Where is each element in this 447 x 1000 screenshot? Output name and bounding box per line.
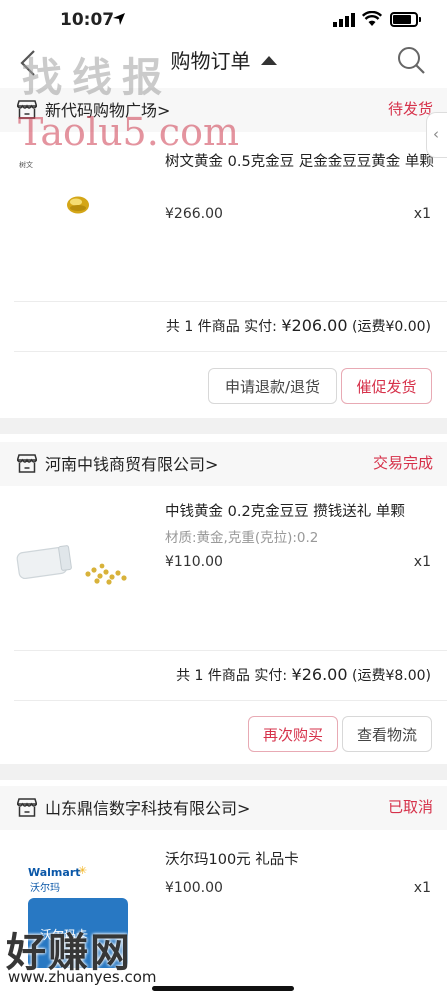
spark-icon: ✳	[78, 864, 88, 877]
product-quantity: x1	[413, 206, 431, 222]
divider	[14, 301, 447, 302]
gold-bean-image	[67, 196, 89, 214]
thumb-brand-cn: 沃尔玛	[30, 883, 60, 894]
watermark-site: Taolu5.com	[18, 110, 240, 154]
order-card: 河南中钱商贸有限公司> 交易完成 中钱黄金 0.2克金豆豆 攒钱送礼 单颗 材质…	[0, 434, 447, 764]
summary-label: 共 1 件商品 实付:	[176, 668, 288, 684]
wifi-icon	[362, 11, 382, 26]
product-spec: 材质:黄金,克重(克拉):0.2	[165, 530, 319, 546]
cellular-signal-icon	[333, 13, 355, 27]
product-price: ¥110.00	[165, 554, 223, 570]
refund-button[interactable]: 申请退款/退货	[208, 368, 337, 404]
view-logistics-button[interactable]: 查看物流	[342, 716, 432, 752]
shop-name-link[interactable]: 河南中钱商贸有限公司>	[45, 451, 218, 475]
product-price: ¥266.00	[165, 206, 223, 222]
store-icon	[17, 454, 37, 473]
urge-shipping-button[interactable]: 催促发货	[341, 368, 432, 404]
buy-again-button[interactable]: 再次购买	[248, 716, 338, 752]
shop-name-link[interactable]: 山东鼎信数字科技有限公司>	[45, 795, 250, 819]
product-quantity: x1	[413, 554, 431, 570]
product-title[interactable]: 沃尔玛100元 礼品卡	[165, 849, 435, 871]
product-price: ¥100.00	[165, 880, 223, 896]
order-status: 已取消	[387, 798, 433, 816]
location-arrow-icon	[113, 13, 125, 25]
divider	[14, 650, 447, 651]
paid-amount: ¥206.00	[281, 316, 348, 335]
divider	[14, 700, 447, 701]
status-bar: 10:07	[0, 0, 447, 40]
shop-header: 山东鼎信数字科技有限公司> 已取消	[0, 786, 447, 830]
product-title[interactable]: 中钱黄金 0.2克金豆豆 攒钱送礼 单颗	[165, 501, 435, 523]
caret-up-icon	[260, 56, 277, 65]
side-drawer-tab[interactable]: ‹	[426, 112, 447, 158]
product-thumbnail[interactable]: 树文	[14, 143, 134, 253]
product-title[interactable]: 树文黄金 0.5克金豆 足金金豆豆黄金 单颗	[165, 151, 435, 173]
order-status: 待发货	[387, 100, 433, 118]
shipping-fee: (运费¥8.00)	[351, 668, 431, 684]
divider	[14, 351, 447, 352]
battery-icon	[390, 12, 421, 27]
search-icon[interactable]	[396, 45, 426, 75]
status-time: 10:07	[60, 10, 115, 30]
order-summary: 共 1 件商品 实付: ¥206.00 (运费¥0.00)	[166, 316, 431, 336]
order-status: 交易完成	[372, 454, 433, 472]
watermark-top: 找线报	[22, 55, 172, 101]
thumb-brand: Walmart	[28, 866, 81, 879]
gold-beans-jar-image	[16, 545, 127, 585]
shipping-fee: (运费¥0.00)	[351, 319, 431, 335]
order-summary: 共 1 件商品 实付: ¥26.00 (运费¥8.00)	[176, 665, 431, 685]
chevron-left-icon: ‹	[433, 125, 439, 143]
shop-header: 河南中钱商贸有限公司> 交易完成	[0, 442, 447, 486]
watermark-url: www.zhuanyes.com	[8, 968, 157, 986]
home-indicator[interactable]	[152, 986, 294, 991]
page-title: 购物订单	[170, 49, 251, 73]
store-icon	[17, 798, 37, 817]
thumb-caption: 树文	[19, 161, 33, 169]
paid-amount: ¥26.00	[291, 665, 348, 684]
product-quantity: x1	[413, 880, 431, 896]
summary-label: 共 1 件商品 实付:	[165, 319, 277, 335]
product-thumbnail[interactable]	[14, 502, 134, 612]
